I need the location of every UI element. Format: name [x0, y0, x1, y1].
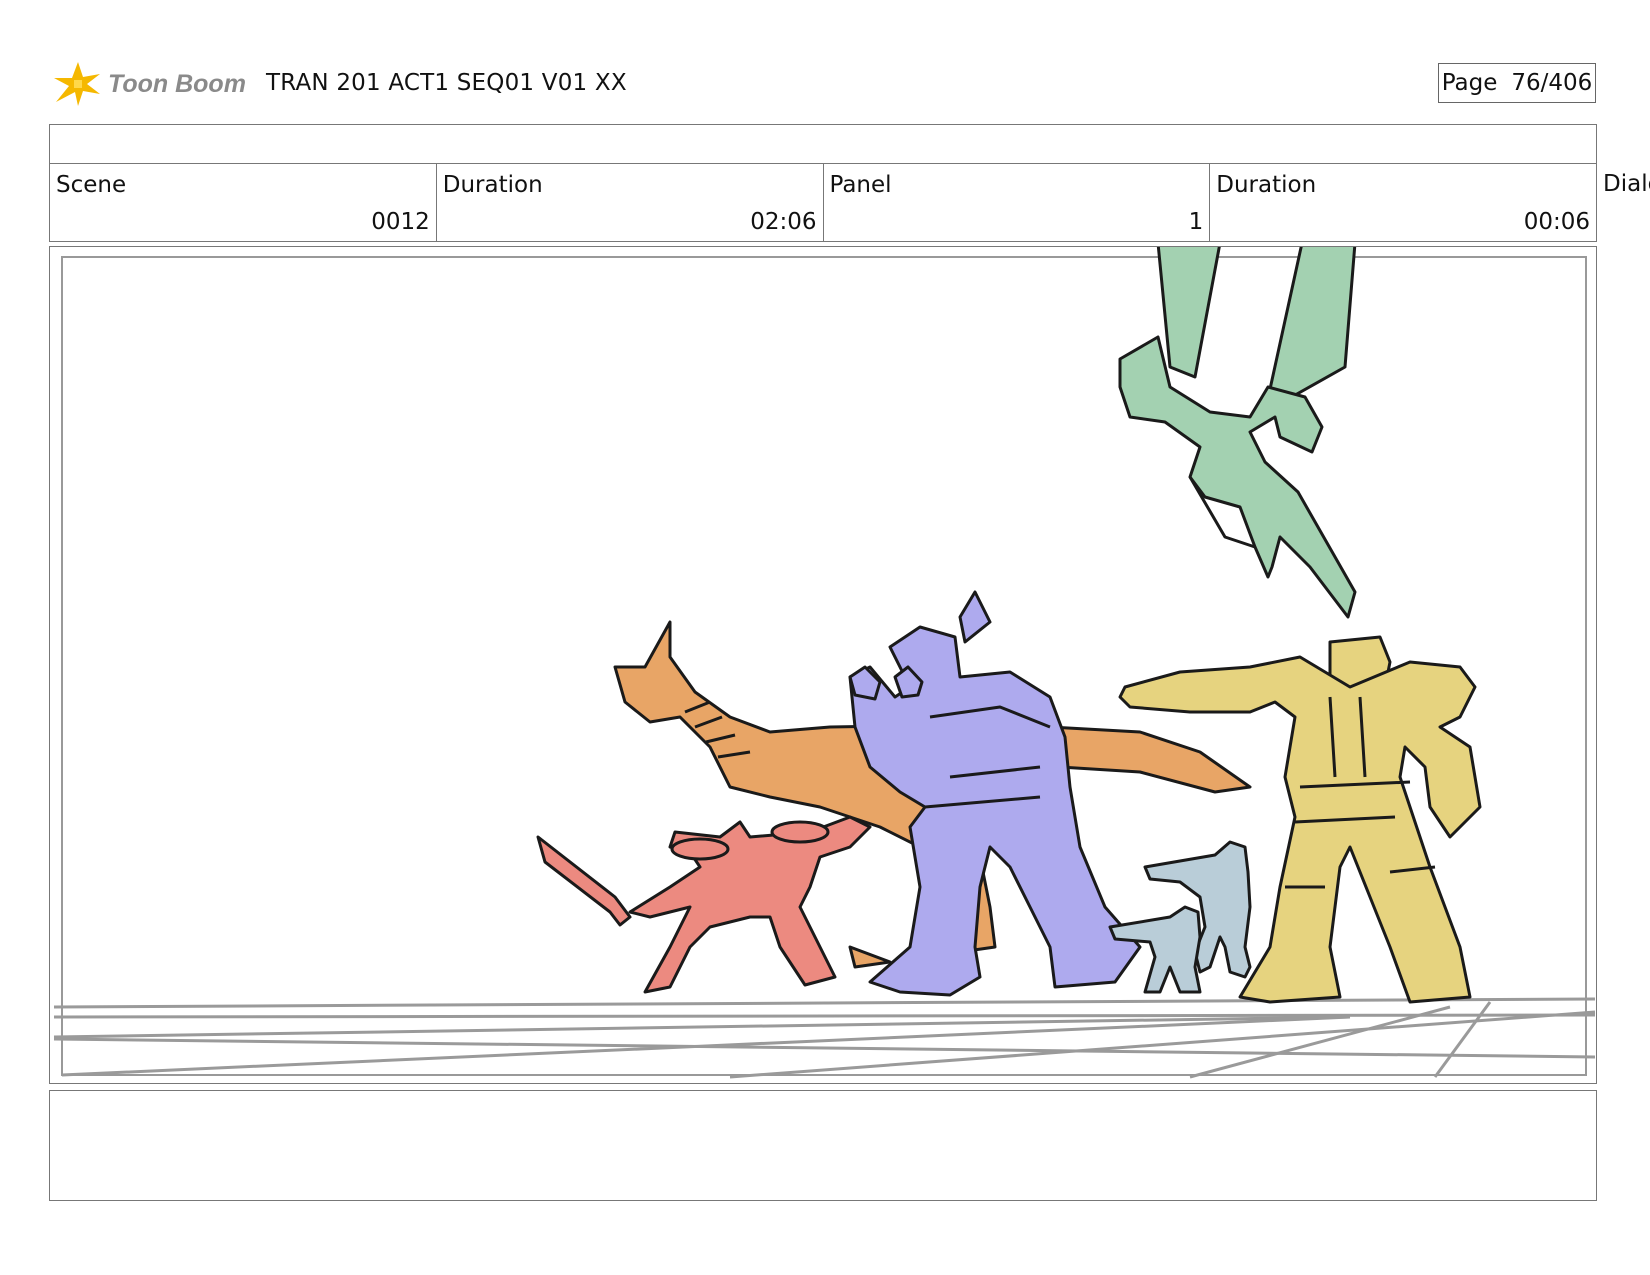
scene-cell: Scene 0012 [50, 164, 437, 241]
panel-value: 1 [1188, 209, 1204, 235]
gray-soldier-figures [1108, 840, 1252, 994]
dialog-label: Dialog [1603, 171, 1650, 197]
panel-cell: Panel 1 [824, 164, 1211, 241]
green-flying-robot [1118, 247, 1357, 619]
scene-duration-value: 02:06 [750, 209, 817, 235]
storyboard-panel [49, 246, 1597, 1084]
panel-duration-value: 00:06 [1523, 209, 1590, 235]
scene-duration-cell: Duration 02:06 [437, 164, 824, 241]
toon-boom-star-icon: Toon Boom [54, 62, 246, 106]
page-indicator: Page 76/406 [1438, 63, 1596, 103]
page-number: 76/406 [1511, 70, 1593, 96]
panel-notes-area [49, 1090, 1597, 1201]
page-label: Page [1441, 70, 1498, 96]
scene-value: 0012 [371, 209, 430, 235]
scene-label: Scene [56, 172, 127, 198]
info-row: Scene 0012 Duration 02:06 Panel 1 Durati… [49, 163, 1597, 242]
red-sword-robot [536, 815, 872, 994]
panel-duration-label: Duration [1216, 172, 1317, 198]
toon-boom-logo: Toon Boom [52, 56, 252, 108]
panel-label: Panel [829, 172, 892, 198]
header-strip [49, 124, 1597, 164]
panel-sketch [53, 247, 1596, 1079]
floor-grid [53, 997, 1596, 1079]
document-title: TRAN 201 ACT1 SEQ01 V01 XX [266, 70, 627, 96]
logo-text: Toon Boom [108, 70, 246, 98]
panel-duration-cell: Duration 00:06 [1210, 164, 1596, 241]
scene-duration-label: Duration [442, 172, 543, 198]
